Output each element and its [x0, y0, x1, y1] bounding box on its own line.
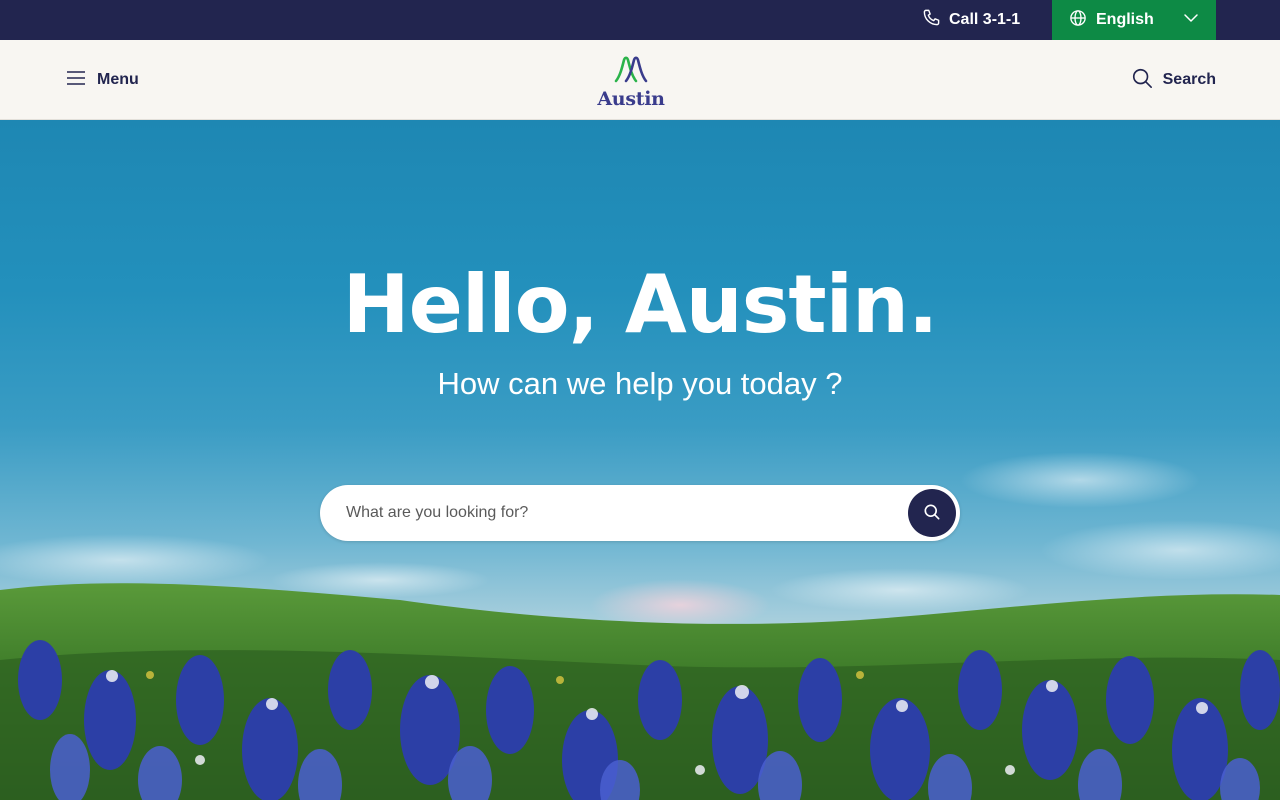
search-icon — [1131, 67, 1153, 94]
language-selected-label: English — [1096, 11, 1154, 28]
hero-section: Hello, Austin. How can we help you today… — [0, 120, 1280, 800]
menu-button[interactable]: Menu — [66, 40, 139, 120]
call-label: Call 3-1-1 — [949, 11, 1021, 28]
hero-search-box — [320, 485, 960, 541]
menu-label: Menu — [97, 71, 139, 88]
hero-search-submit-button[interactable] — [908, 489, 956, 537]
hero-title: Hello, Austin. — [342, 258, 939, 351]
bluebonnet-field-image — [0, 452, 1280, 800]
header-search-button[interactable]: Search — [1131, 40, 1216, 120]
header-search-label: Search — [1162, 71, 1216, 88]
hamburger-icon — [66, 70, 86, 91]
austin-logo-mark — [613, 54, 649, 89]
hero-search-input[interactable] — [320, 485, 908, 541]
site-header: Menu Austin Search — [0, 40, 1280, 120]
language-select[interactable]: English — [1052, 0, 1216, 40]
austin-logo[interactable]: Austin — [596, 54, 666, 110]
hero-subtitle: How can we help you today ? — [437, 366, 843, 401]
logo-wordmark: Austin — [597, 88, 665, 110]
utility-bar: Call 3-1-1 English — [0, 0, 1280, 40]
chevron-down-icon — [1182, 9, 1200, 32]
search-icon — [922, 502, 942, 525]
phone-icon — [922, 8, 941, 32]
globe-icon — [1069, 9, 1087, 32]
call-311-link[interactable]: Call 3-1-1 — [922, 0, 1020, 40]
